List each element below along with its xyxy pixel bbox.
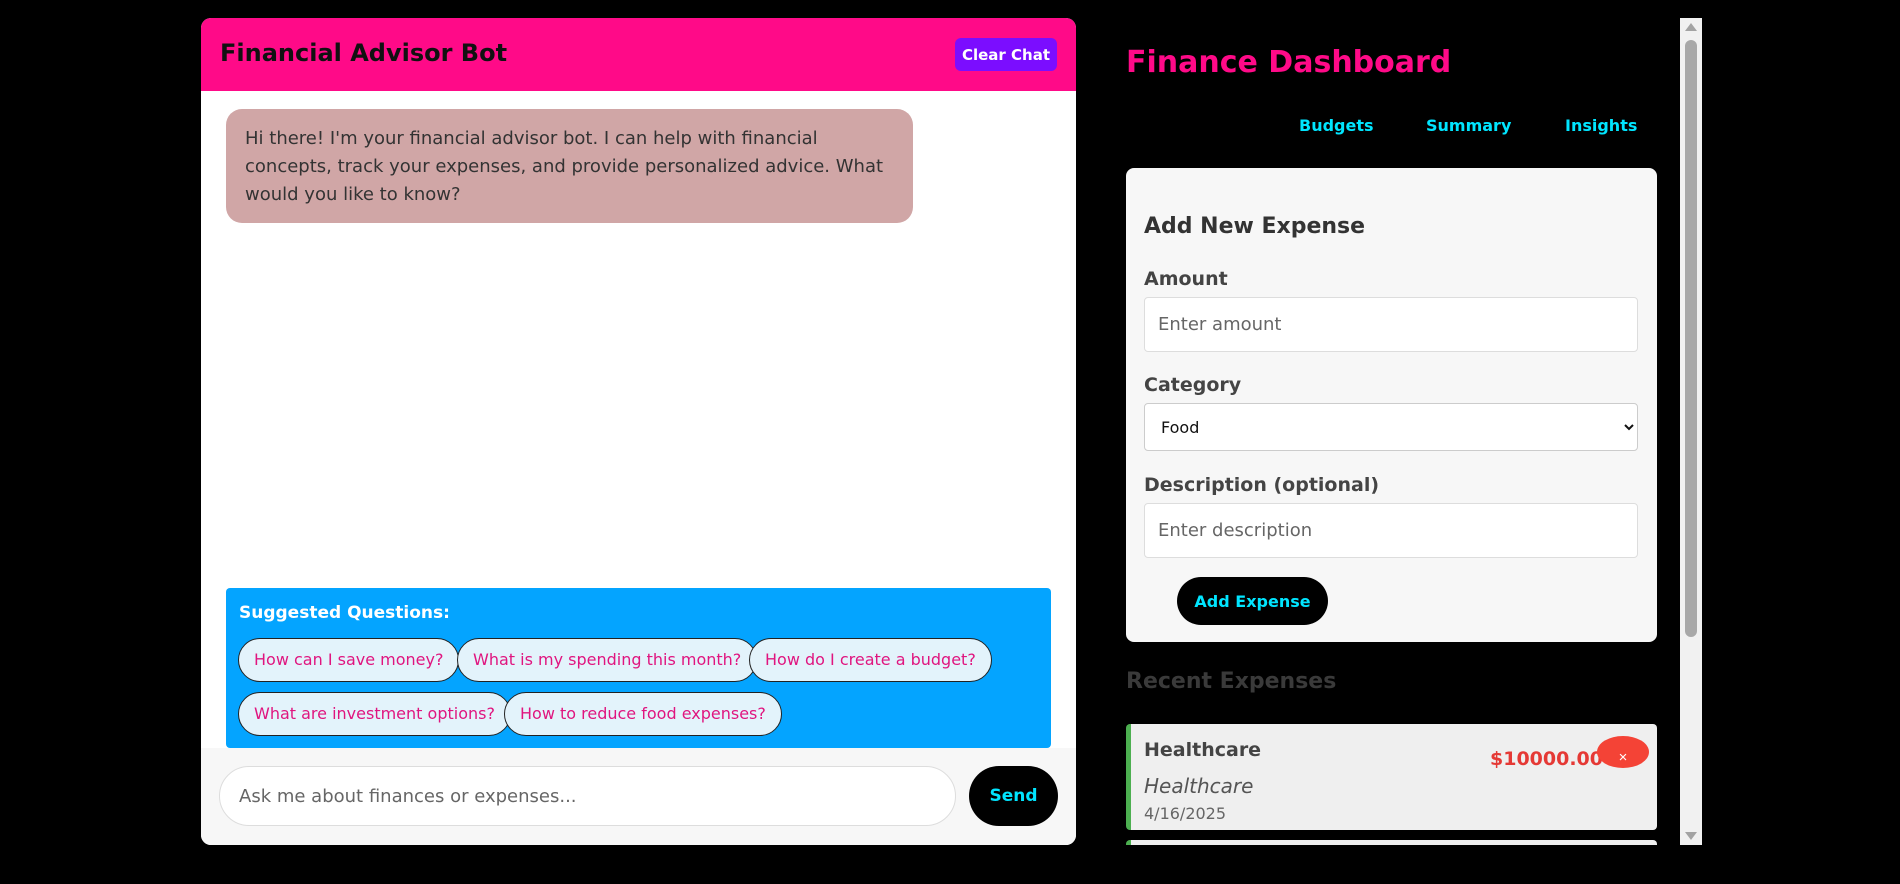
add-expense-card: Add New Expense Amount Category Food Des… <box>1126 168 1657 642</box>
suggestion-chip[interactable]: How to reduce food expenses? <box>504 692 782 736</box>
suggestion-chip[interactable]: What is my spending this month? <box>457 638 758 682</box>
chat-panel: Financial Advisor Bot Clear Chat Hi ther… <box>201 18 1076 845</box>
description-input[interactable] <box>1144 503 1638 558</box>
suggestion-chip[interactable]: What are investment options? <box>238 692 511 736</box>
add-expense-button[interactable]: Add Expense <box>1177 577 1328 625</box>
description-label: Description (optional) <box>1144 474 1380 496</box>
expense-item: Healthcare Healthcare 4/16/2025 $10000.0… <box>1126 724 1657 830</box>
chat-input-row: Send <box>201 748 1076 845</box>
expense-category: Healthcare <box>1144 774 1254 798</box>
send-button[interactable]: Send <box>969 766 1058 826</box>
expense-name: Healthcare <box>1144 739 1262 761</box>
chat-input[interactable] <box>219 766 956 826</box>
bot-message: Hi there! I'm your financial advisor bot… <box>226 109 913 223</box>
clear-chat-button[interactable]: Clear Chat <box>955 38 1057 71</box>
delete-expense-button[interactable]: × <box>1597 736 1649 768</box>
add-expense-title: Add New Expense <box>1144 214 1366 239</box>
expense-amount: $10000.00 <box>1490 748 1603 770</box>
scrollbar-thumb[interactable] <box>1685 40 1697 637</box>
amount-input[interactable] <box>1144 297 1638 352</box>
scroll-up-arrow-icon[interactable] <box>1685 23 1697 31</box>
suggested-questions-title: Suggested Questions: <box>239 603 450 623</box>
category-select[interactable]: Food <box>1144 403 1638 451</box>
suggestion-chip[interactable]: How can I save money? <box>238 638 460 682</box>
chat-title: Financial Advisor Bot <box>220 39 508 67</box>
suggestion-chip[interactable]: How do I create a budget? <box>749 638 992 682</box>
dashboard-scrollbar[interactable] <box>1680 18 1702 845</box>
tab-budgets[interactable]: Budgets <box>1299 116 1374 135</box>
tab-summary[interactable]: Summary <box>1426 116 1511 135</box>
category-label: Category <box>1144 374 1242 396</box>
recent-expenses-title: Recent Expenses <box>1126 669 1337 694</box>
dashboard-title: Finance Dashboard <box>1126 45 1452 80</box>
expense-item-partial <box>1126 840 1657 845</box>
chat-header: Financial Advisor Bot Clear Chat <box>201 18 1076 91</box>
tab-insights[interactable]: Insights <box>1565 116 1637 135</box>
expense-date: 4/16/2025 <box>1144 804 1227 823</box>
suggested-questions: Suggested Questions: How can I save mone… <box>226 588 1051 748</box>
scroll-down-arrow-icon[interactable] <box>1685 832 1697 840</box>
amount-label: Amount <box>1144 268 1228 290</box>
finance-dashboard: Finance Dashboard Budgets Summary Insigh… <box>1105 18 1680 845</box>
